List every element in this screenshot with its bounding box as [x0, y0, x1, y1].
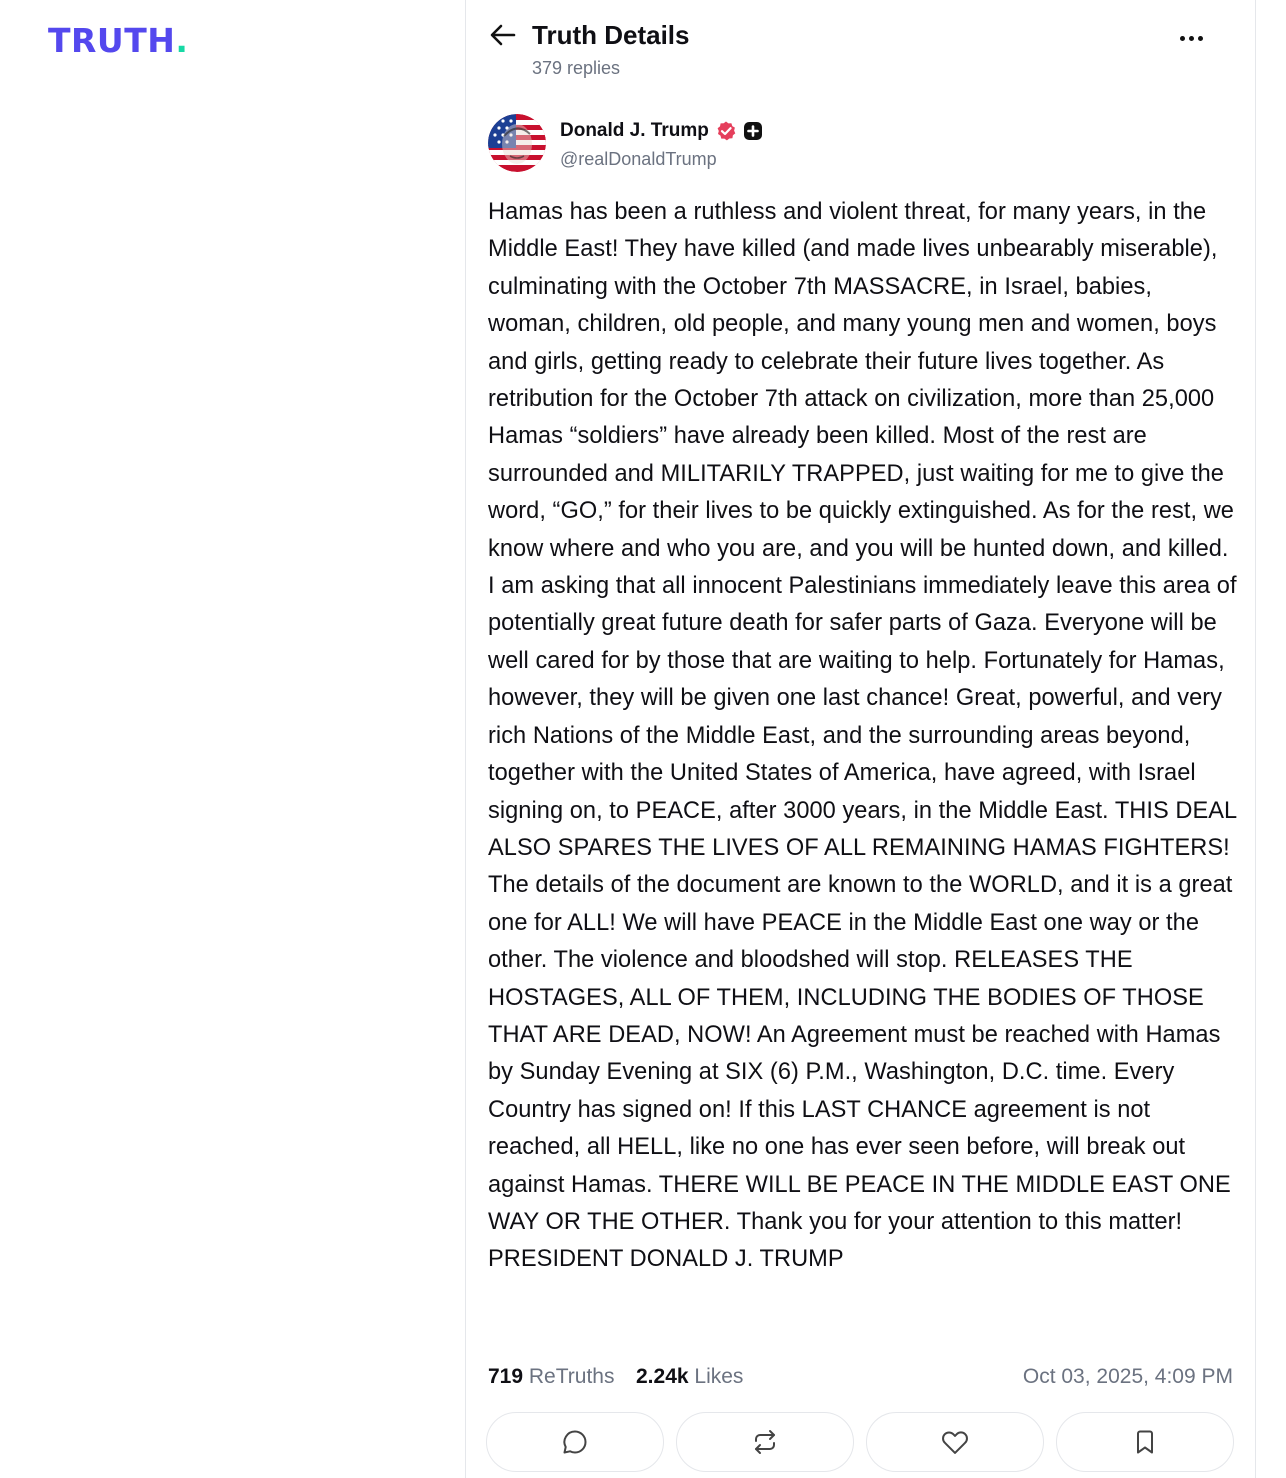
author-handle[interactable]: @realDonaldTrump [560, 147, 717, 171]
post-text: Hamas has been a ruthless and violent th… [488, 199, 1237, 1273]
post-author: Donald J. Trump @realDonaldTrump [488, 114, 1228, 174]
retruth-icon [755, 1430, 775, 1454]
verified-badge-icon [717, 121, 736, 141]
post-stats: 719 ReTruths 2.24k Likes Oct 03, 2025, 4… [488, 1362, 1233, 1392]
detail-header: Truth Details 379 replies [466, 0, 1255, 100]
truth-social-logo[interactable]: TRUTH. [48, 22, 188, 60]
arrow-left-icon[interactable] [488, 20, 518, 50]
post-actions [486, 1412, 1236, 1472]
page-title: Truth Details [532, 20, 690, 50]
replies-count: 379 replies [532, 58, 621, 78]
bookmark-button[interactable] [1056, 1412, 1234, 1472]
truth-plus-icon [743, 122, 762, 140]
more-horizontal-icon[interactable] [1171, 26, 1211, 50]
post-timestamp: Oct 03, 2025, 4:09 PM [1022, 1365, 1233, 1388]
like-heart-icon [942, 1431, 968, 1454]
reply-button[interactable] [486, 1412, 664, 1472]
reply-icon [563, 1430, 587, 1454]
retruth-button[interactable] [676, 1412, 854, 1472]
avatar[interactable] [488, 114, 546, 172]
like-button[interactable] [866, 1412, 1044, 1472]
retruths-stat[interactable]: 719 ReTruths [488, 1362, 614, 1392]
post-detail-column: Truth Details 379 replies Donald J. Trum… [465, 0, 1256, 1478]
likes-stat[interactable]: 2.24k Likes [636, 1362, 743, 1392]
author-name[interactable]: Donald J. Trump [560, 118, 709, 144]
bookmark-icon [1137, 1430, 1153, 1454]
